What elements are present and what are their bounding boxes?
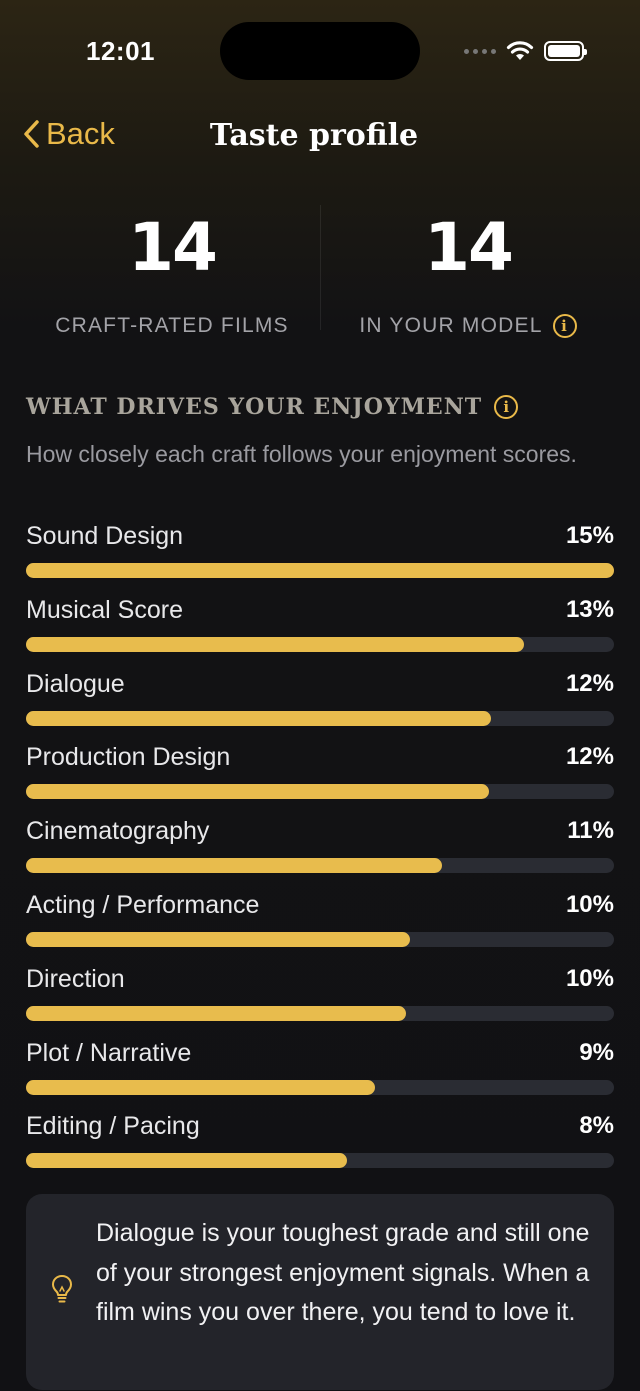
insight-text: Dialogue is your toughest grade and stil… xyxy=(96,1219,590,1326)
craft-row: Production Design 12% xyxy=(26,739,614,813)
craft-row: Dialogue 12% xyxy=(26,666,614,740)
craft-bar-fill xyxy=(26,931,411,947)
craft-bar-track xyxy=(26,710,614,726)
craft-bar-fill xyxy=(26,563,614,578)
craft-name: Cinematography xyxy=(26,817,210,846)
section-header: WHAT DRIVES YOUR ENJOYMENT i xyxy=(26,394,519,420)
craft-name: Plot / Narrative xyxy=(26,1038,192,1067)
stat-value: 14 xyxy=(128,209,218,286)
craft-bar-track xyxy=(26,563,614,578)
page-title: Taste profile xyxy=(209,118,419,153)
stats-summary: 14 CRAFT-RATED FILMS 14 IN YOUR MODEL i xyxy=(24,205,616,345)
craft-row: Sound Design 15% xyxy=(26,518,614,592)
taste-profile-screen: 12:01 Back Taste profile 14 CRAFT-RATED … xyxy=(0,0,640,1391)
craft-bar-track xyxy=(26,858,614,874)
craft-bar-fill xyxy=(26,858,442,874)
craft-bar-fill xyxy=(26,710,491,726)
craft-row: Musical Score 13% xyxy=(26,592,614,666)
stat-label: CRAFT-RATED FILMS xyxy=(55,314,289,337)
navigation-bar: Back Taste profile xyxy=(0,108,640,164)
craft-bar-track xyxy=(26,1079,614,1095)
craft-percent: 8% xyxy=(579,1112,614,1140)
craft-row: Acting / Performance 10% xyxy=(26,887,614,961)
craft-name: Editing / Pacing xyxy=(26,1112,200,1141)
info-icon[interactable]: i xyxy=(552,314,577,338)
battery-icon xyxy=(544,41,587,61)
craft-name: Direction xyxy=(26,964,125,993)
stat-in-your-model: 14 IN YOUR MODEL i xyxy=(320,205,616,345)
craft-bar-track xyxy=(26,931,614,947)
craft-row: Direction 10% xyxy=(26,961,614,1035)
status-time: 12:01 xyxy=(86,36,155,66)
craft-row: Cinematography 11% xyxy=(26,813,614,887)
craft-row: Editing / Pacing 8% xyxy=(26,1108,614,1182)
craft-percent: 10% xyxy=(565,890,614,918)
craft-bar-track xyxy=(26,1153,614,1169)
craft-bar-track xyxy=(26,1005,614,1021)
craft-name: Acting / Performance xyxy=(26,890,260,919)
wifi-icon xyxy=(506,41,534,60)
stat-value: 14 xyxy=(424,209,514,286)
stat-label: IN YOUR MODEL xyxy=(359,314,543,337)
cellular-signal-icon xyxy=(464,48,496,54)
craft-bar-fill xyxy=(26,636,524,652)
insight-card: Dialogue is your toughest grade and stil… xyxy=(26,1194,614,1390)
craft-percent: 12% xyxy=(565,669,614,697)
craft-bar-fill xyxy=(26,1005,407,1021)
craft-name: Musical Score xyxy=(26,595,183,624)
craft-percent: 13% xyxy=(565,595,614,623)
dynamic-island xyxy=(220,22,420,80)
status-bar: 12:01 xyxy=(0,0,640,100)
craft-percent: 9% xyxy=(579,1038,614,1066)
craft-bar-track xyxy=(26,784,614,800)
section-title: WHAT DRIVES YOUR ENJOYMENT xyxy=(26,394,483,420)
craft-bar-fill xyxy=(26,1153,348,1169)
craft-bar-fill xyxy=(26,1079,375,1095)
status-icons xyxy=(464,40,587,62)
craft-list: Sound Design 15% Musical Score 13% Dialogue 1… xyxy=(26,518,614,1182)
craft-percent: 10% xyxy=(565,964,614,992)
craft-percent: 11% xyxy=(567,817,614,845)
craft-name: Dialogue xyxy=(26,669,125,698)
craft-percent: 12% xyxy=(565,743,614,771)
craft-row: Plot / Narrative 9% xyxy=(26,1035,614,1109)
craft-percent: 15% xyxy=(565,522,614,549)
craft-bar-track xyxy=(26,636,614,652)
section-subtitle: How closely each craft follows your enjo… xyxy=(26,441,577,467)
stat-craft-rated-films: 14 CRAFT-RATED FILMS xyxy=(24,205,320,345)
craft-bar-fill xyxy=(26,784,489,800)
info-icon[interactable]: i xyxy=(494,395,519,419)
craft-name: Sound Design xyxy=(26,522,184,550)
lightbulb-icon xyxy=(52,1275,72,1303)
craft-name: Production Design xyxy=(26,743,231,772)
